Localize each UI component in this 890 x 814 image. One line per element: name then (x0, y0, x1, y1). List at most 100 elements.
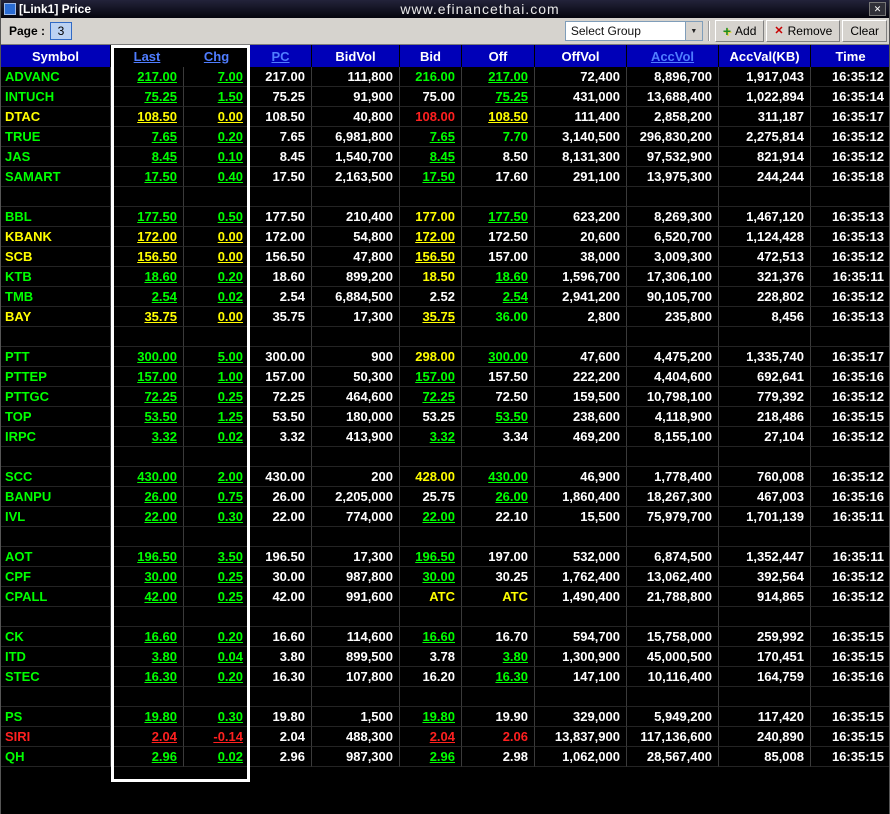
table-row[interactable]: PS 19.80 0.30 19.80 1,500 19.80 19.90 329,000 5,… (1, 707, 889, 727)
cell-accval: 218,486 (719, 407, 811, 427)
column-header-time[interactable]: Time (811, 45, 889, 67)
clear-button[interactable]: Clear (842, 20, 887, 42)
table-row[interactable]: JAS 8.45 0.10 8.45 1,540,700 8.45 8.50 8,131,30… (1, 147, 889, 167)
close-icon[interactable]: ✕ (869, 2, 886, 16)
cell-bidvol: 2,205,000 (312, 487, 400, 507)
table-row[interactable]: PTTEP 157.00 1.00 157.00 50,300 157.00 157.50 2… (1, 367, 889, 387)
spacer-row (1, 687, 889, 707)
empty-cell (719, 187, 811, 207)
window-icon (4, 3, 16, 15)
page-number-input[interactable]: 3 (50, 22, 73, 40)
cell-bidvol: 91,900 (312, 87, 400, 107)
empty-cell (462, 527, 535, 547)
cell-accvol: 8,155,100 (627, 427, 719, 447)
cell-symbol: TMB (1, 287, 111, 307)
cell-offvol: 1,062,000 (535, 747, 627, 767)
cell-chg: 3.50 (184, 547, 250, 567)
table-row[interactable]: SIRI 2.04 -0.14 2.04 488,300 2.04 2.06 13,837,9… (1, 727, 889, 747)
cell-symbol: SCC (1, 467, 111, 487)
table-row[interactable]: BBL 177.50 0.50 177.50 210,400 177.00 177.50 62… (1, 207, 889, 227)
empty-cell (627, 527, 719, 547)
table-row[interactable]: ADVANC 217.00 7.00 217.00 111,800 216.00 217.0… (1, 67, 889, 87)
add-button[interactable]: + Add (714, 20, 765, 42)
table-row[interactable]: BANPU 26.00 0.75 26.00 2,205,000 25.75 26.00 1,… (1, 487, 889, 507)
cell-time: 16:35:12 (811, 427, 889, 447)
cell-symbol: KBANK (1, 227, 111, 247)
cell-bidvol: 488,300 (312, 727, 400, 747)
column-header-symbol[interactable]: Symbol (1, 45, 111, 67)
table-row[interactable]: TOP 53.50 1.25 53.50 180,000 53.25 53.50 238,60… (1, 407, 889, 427)
cell-chg: 0.25 (184, 567, 250, 587)
empty-cell (719, 327, 811, 347)
cell-pc: 35.75 (250, 307, 312, 327)
cell-time: 16:35:16 (811, 367, 889, 387)
table-row[interactable]: CK 16.60 0.20 16.60 114,600 16.60 16.70 594,700… (1, 627, 889, 647)
column-header-last[interactable]: Last (111, 45, 184, 67)
table-row[interactable]: QH 2.96 0.02 2.96 987,300 2.96 2.98 1,062,000 28… (1, 747, 889, 767)
column-header-off[interactable]: Off (462, 45, 535, 67)
cell-off: 8.50 (462, 147, 535, 167)
empty-cell (627, 187, 719, 207)
empty-cell (1, 447, 111, 467)
table-row[interactable]: BAY 35.75 0.00 35.75 17,300 35.75 36.00 2,800 23… (1, 307, 889, 327)
column-header-accvol[interactable]: AccVol (627, 45, 719, 67)
cell-accval: 311,187 (719, 107, 811, 127)
table-row[interactable]: PTT 300.00 5.00 300.00 900 298.00 300.00 47,600… (1, 347, 889, 367)
table-row[interactable]: SAMART 17.50 0.40 17.50 2,163,500 17.50 17.60 2… (1, 167, 889, 187)
cell-off: 26.00 (462, 487, 535, 507)
chevron-down-icon[interactable]: ▼ (684, 22, 702, 40)
empty-cell (535, 607, 627, 627)
column-header-bid[interactable]: Bid (400, 45, 462, 67)
cell-off: 30.25 (462, 567, 535, 587)
cell-bidvol: 899,200 (312, 267, 400, 287)
cell-time: 16:35:15 (811, 627, 889, 647)
cell-bidvol: 2,163,500 (312, 167, 400, 187)
cell-pc: 8.45 (250, 147, 312, 167)
table-row[interactable]: AOT 196.50 3.50 196.50 17,300 196.50 197.00 532… (1, 547, 889, 567)
cell-accvol: 3,009,300 (627, 247, 719, 267)
table-row[interactable]: KTB 18.60 0.20 18.60 899,200 18.50 18.60 1,596,… (1, 267, 889, 287)
cell-bidvol: 6,981,800 (312, 127, 400, 147)
column-header-accval[interactable]: AccVal(KB) (719, 45, 811, 67)
table-row[interactable]: TRUE 7.65 0.20 7.65 6,981,800 7.65 7.70 3,140,5… (1, 127, 889, 147)
remove-button[interactable]: ✕ Remove (766, 20, 841, 42)
table-row[interactable]: KBANK 172.00 0.00 172.00 54,800 172.00 172.50 2… (1, 227, 889, 247)
cell-offvol: 291,100 (535, 167, 627, 187)
table-row[interactable]: INTUCH 75.25 1.50 75.25 91,900 75.00 75.25 431,… (1, 87, 889, 107)
empty-cell (111, 527, 184, 547)
cell-bidvol: 1,540,700 (312, 147, 400, 167)
table-row[interactable]: SCB 156.50 0.00 156.50 47,800 156.50 157.00 38,… (1, 247, 889, 267)
table-row[interactable]: ITD 3.80 0.04 3.80 899,500 3.78 3.80 1,300,900 4… (1, 647, 889, 667)
cell-symbol: SIRI (1, 727, 111, 747)
cell-off: 108.50 (462, 107, 535, 127)
column-header-chg[interactable]: Chg (184, 45, 250, 67)
cell-time: 16:35:17 (811, 107, 889, 127)
cell-time: 16:35:12 (811, 287, 889, 307)
column-header-bidvol[interactable]: BidVol (312, 45, 400, 67)
empty-cell (719, 447, 811, 467)
table-row[interactable]: CPF 30.00 0.25 30.00 987,800 30.00 30.25 1,762,… (1, 567, 889, 587)
cell-offvol: 329,000 (535, 707, 627, 727)
cell-symbol: BBL (1, 207, 111, 227)
group-select[interactable]: Select Group ▼ (564, 21, 703, 41)
table-row[interactable]: IRPC 3.32 0.02 3.32 413,900 3.32 3.34 469,200 8,… (1, 427, 889, 447)
empty-cell (535, 327, 627, 347)
table-row[interactable]: DTAC 108.50 0.00 108.50 40,800 108.00 108.50 11… (1, 107, 889, 127)
table-row[interactable]: PTTGC 72.25 0.25 72.25 464,600 72.25 72.50 159,… (1, 387, 889, 407)
cell-offvol: 238,600 (535, 407, 627, 427)
cell-offvol: 46,900 (535, 467, 627, 487)
cell-accvol: 10,798,100 (627, 387, 719, 407)
cell-bid: 8.45 (400, 147, 462, 167)
column-header-pc[interactable]: PC (250, 45, 312, 67)
cell-off: 177.50 (462, 207, 535, 227)
cell-last: 2.04 (111, 727, 184, 747)
cell-offvol: 20,600 (535, 227, 627, 247)
table-row[interactable]: SCC 430.00 2.00 430.00 200 428.00 430.00 46,900… (1, 467, 889, 487)
table-row[interactable]: TMB 2.54 0.02 2.54 6,884,500 2.52 2.54 2,941,20… (1, 287, 889, 307)
cell-bid: 216.00 (400, 67, 462, 87)
table-row[interactable]: CPALL 42.00 0.25 42.00 991,600 ATC ATC 1,490,40… (1, 587, 889, 607)
table-row[interactable]: IVL 22.00 0.30 22.00 774,000 22.00 22.10 15,500… (1, 507, 889, 527)
table-row[interactable]: STEC 16.30 0.20 16.30 107,800 16.20 16.30 147,1… (1, 667, 889, 687)
column-header-offvol[interactable]: OffVol (535, 45, 627, 67)
cell-pc: 18.60 (250, 267, 312, 287)
